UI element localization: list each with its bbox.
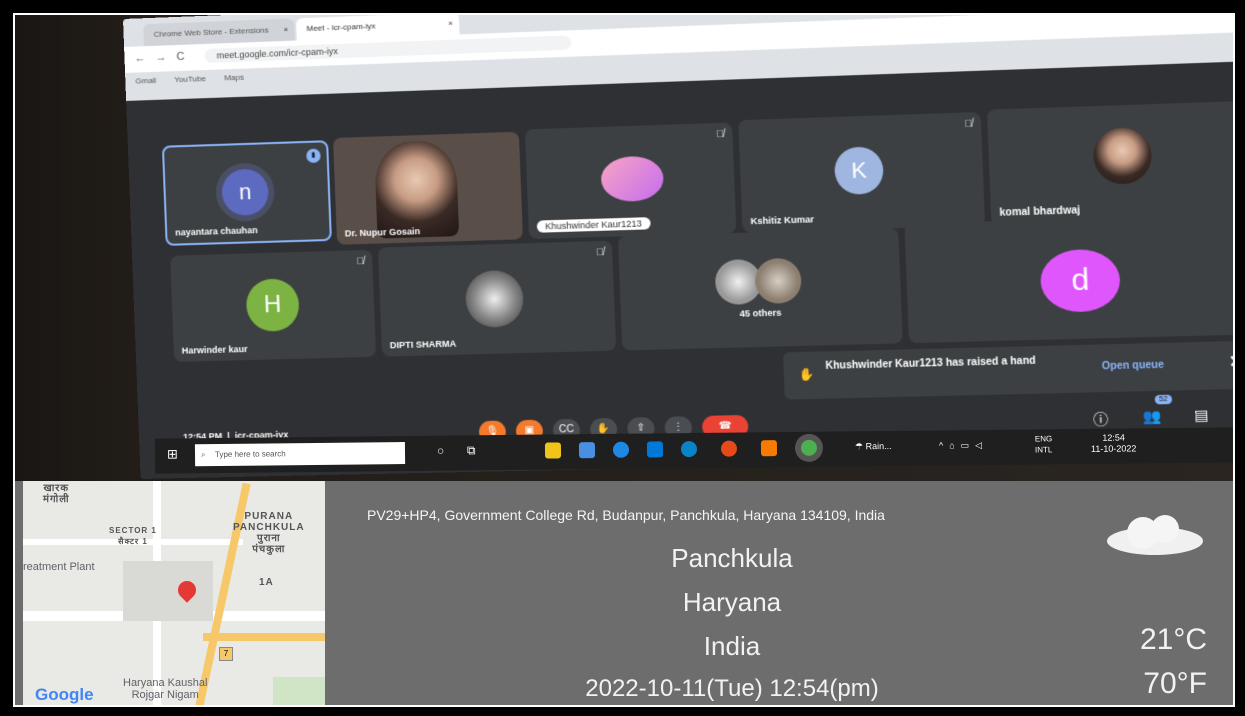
office-icon[interactable] [720,440,738,457]
file-explorer-icon[interactable] [544,442,562,459]
state-text: Haryana [682,587,782,617]
map-poi: Haryana Kaushal Rojgar Nigam [123,677,208,701]
map-main-road [203,633,325,641]
participant-name: komal bhardwaj [999,205,1081,219]
people-icon[interactable]: 👥 [1142,407,1161,425]
participant-video [373,139,460,239]
search-icon: ⌕ [200,450,206,460]
monitor-photo: Chrome Web Store - Extensions × Meet - ic… [15,15,1233,481]
datetime-text: 2022-10-11(Tue) 12:54(pm) [585,675,879,702]
task-view-icon[interactable]: ⧉ [467,443,476,458]
taskbar-search[interactable]: ⌕ Type here to search [194,442,406,467]
participant-tile[interactable]: 🎙̸ H Harwinder kaur [170,249,377,362]
address-text: PV29+HP4, Government College Rd, Budanpu… [367,507,885,523]
mic-off-icon: 🎙̸ [964,118,973,131]
mic-off-icon: 🎙̸ [716,128,725,141]
tray-icons[interactable]: ^⌂▭◁ [939,440,988,452]
participant-name: DIPTI SHARMA [389,338,457,351]
avatar [600,155,665,203]
temp-fahrenheit: 70°F [1143,667,1207,700]
bookmark-youtube[interactable]: YouTube [174,74,206,84]
search-placeholder: Type here to search [214,449,286,460]
bookmarks-bar: Gmail YouTube Maps [135,72,260,86]
bookmark-gmail[interactable]: Gmail [135,76,156,86]
map-label: खारक मंगोली [43,483,70,505]
map-thumbnail[interactable]: खारक मंगोली SECTOR 1 सैक्टर 1 PURANA PAN… [23,481,325,705]
participant-name: Kshitiz Kumar [750,214,815,227]
participant-tile[interactable]: Dr. Nupur Gosain [333,131,523,245]
close-icon[interactable]: × [448,15,454,35]
participant-name: Khushwinder Kaur1213 [536,217,651,233]
location-info-panel: खारक मंगोली SECTOR 1 सैक्टर 1 PURANA PAN… [15,481,1233,705]
participant-tile[interactable]: 🎙̸ K Kshitiz Kumar [738,112,986,233]
clock-time: 12:54 [1102,432,1125,443]
mic-off-icon: 🎙̸ [596,247,605,259]
chat-icon[interactable]: ▤ [1194,406,1209,424]
map-label: 1A [259,577,274,588]
avatar [1092,127,1153,185]
map-label: SECTOR 1 सैक्टर 1 [109,526,157,546]
speaking-icon: ▮ [306,148,321,164]
taskbar-clock[interactable]: 12:54 11-10-2022 [1091,432,1137,454]
city-text: Panchkula [671,543,793,573]
participant-tile[interactable]: 🎙̸ Khushwinder Kaur1213 [524,122,737,240]
browser-icon[interactable] [612,441,630,458]
photo-inner: Chrome Web Store - Extensions × Meet - ic… [13,13,1235,707]
open-queue-button[interactable]: Open queue [1102,360,1165,373]
participant-tile[interactable]: 45 others [617,228,903,351]
avatar [464,269,525,329]
google-logo: Google [35,685,94,704]
chrome-icon[interactable] [800,439,818,456]
meet-grid: ▮ n nayantara chauhan Dr. Nupur Gosain 🎙… [126,60,1233,479]
edge-icon[interactable] [680,440,698,458]
mail-icon[interactable] [646,441,664,458]
weather-widget[interactable]: ☂ Rain... [855,441,892,452]
map-park [273,677,325,705]
avatar [754,257,803,305]
avatar: H [245,278,300,332]
nav-buttons[interactable]: ←→C [134,50,194,64]
vlc-icon[interactable] [760,440,778,457]
avatar: d [1039,248,1122,313]
map-block [123,561,213,621]
route-shield: 7 [219,647,233,661]
windows-start-icon[interactable]: ⊞ [167,446,178,462]
close-icon[interactable]: ✕ [1229,351,1233,372]
tab-label: Chrome Web Store - Extensions [153,25,269,39]
info-icon[interactable]: ⓘ [1093,409,1109,430]
participant-tile[interactable]: ▮ n nayantara chauhan [161,140,332,246]
close-icon[interactable]: × [283,19,289,41]
photo-frame: Chrome Web Store - Extensions × Meet - ic… [0,0,1245,716]
participant-tile[interactable]: 🎙̸ DIPTI SHARMA [377,240,617,357]
lang-top: ENG [1034,434,1053,444]
store-icon[interactable] [578,442,596,459]
participant-tile[interactable]: 🎙̸ komal bhardwaj [986,100,1233,226]
cloud-icon [1107,515,1203,555]
toast-message: Khushwinder Kaur1213 has raised a hand [825,355,1036,372]
hand-icon: ✋ [798,367,815,382]
participant-name: 45 others [739,307,782,319]
country-text: India [703,631,761,661]
map-poi: reatment Plant [23,561,95,573]
participant-tile[interactable]: 🎙̸ d [904,213,1233,344]
monitor-screen: Chrome Web Store - Extensions × Meet - ic… [123,15,1233,479]
cortana-icon[interactable]: ○ [437,444,444,458]
bookmark-maps[interactable]: Maps [224,73,244,83]
tab-label: Meet - icr-cpam-iyx [306,21,376,34]
mic-off-icon: 🎙̸ [356,256,365,268]
people-count-badge: 52 [1154,394,1173,405]
language-indicator[interactable]: ENG INTL [1035,433,1053,455]
avatar: n [221,168,270,217]
temp-celsius: 21°C [1139,623,1207,656]
map-label: PURANA PANCHKULA पुराना पंचकुला [233,511,305,555]
clock-date: 11-10-2022 [1090,443,1137,454]
weather-label: Rain... [865,440,892,452]
participant-name: nayantara chauhan [175,225,258,238]
raise-hand-toast: ✋ Khushwinder Kaur1213 has raised a hand… [782,340,1233,400]
avatar: K [833,146,885,196]
lang-bottom: INTL [1034,445,1053,455]
participant-name: Harwinder kaur [181,343,248,356]
